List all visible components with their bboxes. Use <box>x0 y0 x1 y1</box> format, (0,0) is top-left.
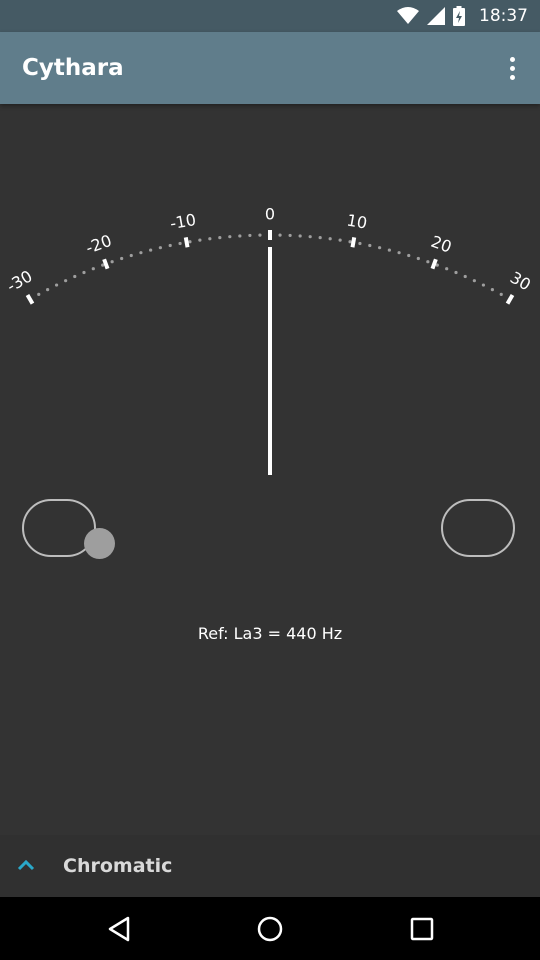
gauge-dot <box>188 240 192 244</box>
gauge-dot <box>91 267 95 271</box>
gauge-dot <box>378 246 382 250</box>
status-bar: 18:37 <box>0 0 540 32</box>
gauge-dot <box>198 238 202 242</box>
recents-icon[interactable] <box>407 914 437 944</box>
gauge-dot <box>64 279 68 283</box>
home-icon[interactable] <box>255 914 285 944</box>
sharp-indicator <box>441 499 515 557</box>
wifi-icon <box>397 7 419 24</box>
gauge-dot <box>228 235 232 239</box>
gauge-dot <box>278 233 282 237</box>
gauge-dot <box>338 238 342 242</box>
gauge-dot <box>139 251 143 255</box>
flat-indicator-knob <box>84 528 115 559</box>
gauge-dot <box>472 279 476 283</box>
gauge-dot <box>318 236 322 240</box>
reference-frequency: Ref: La3 = 440 Hz <box>197 624 343 643</box>
gauge-dot <box>149 248 153 252</box>
gauge-tick <box>102 258 110 270</box>
gauge-dot <box>82 270 86 275</box>
gauge-dot <box>454 270 458 275</box>
gauge-label: 30 <box>507 268 534 295</box>
gauge-label: 20 <box>429 232 455 257</box>
gauge-dot <box>129 253 133 258</box>
gauge-dot <box>218 236 222 240</box>
tuning-mode-selector[interactable]: Chromatic <box>0 835 540 897</box>
gauge-dot <box>258 233 262 237</box>
gauge-tick <box>350 237 357 248</box>
gauge-dot <box>407 253 411 258</box>
gauge-dot <box>46 288 50 292</box>
overflow-menu-button[interactable] <box>500 52 524 84</box>
battery-charging-icon <box>453 6 465 26</box>
cell-signal-icon <box>427 7 445 25</box>
gauge-tick <box>505 293 515 305</box>
gauge-dot <box>445 267 449 271</box>
more-vert-icon <box>509 56 515 62</box>
gauge-dot <box>158 246 162 250</box>
gauge-label: -30 <box>3 266 35 296</box>
gauge-dot <box>238 234 242 238</box>
app-title: Cythara <box>22 55 124 81</box>
gauge-dot <box>248 233 252 238</box>
gauge-dot <box>368 243 372 248</box>
gauge-dot <box>298 234 302 238</box>
gauge-dot <box>178 241 182 246</box>
gauge-label: -20 <box>83 231 114 258</box>
gauge-dot <box>481 283 486 287</box>
gauge-dot <box>348 240 352 244</box>
chevron-up-icon <box>17 859 35 871</box>
gauge-dot <box>110 260 114 264</box>
gauge-dot <box>358 241 362 246</box>
gauge-dot <box>463 274 467 279</box>
gauge-dot <box>426 260 430 264</box>
gauge-dot <box>328 237 332 241</box>
gauge-dot <box>54 283 59 287</box>
gauge-tick <box>430 258 438 270</box>
gauge-dot <box>208 237 212 241</box>
tuner-gauge: -30 -20 -10 0 10 20 30 <box>3 205 534 475</box>
app-bar: Cythara <box>0 32 540 104</box>
gauge-label: -10 <box>168 210 197 233</box>
gauge-dot <box>499 292 503 296</box>
tuning-mode-label: Chromatic <box>63 855 173 877</box>
gauge-dot <box>387 248 391 252</box>
gauge-dot <box>120 256 124 261</box>
gauge-tick <box>183 237 190 248</box>
gauge-dot <box>308 235 312 239</box>
gauge-dot <box>490 288 494 292</box>
gauge-tick <box>25 293 35 305</box>
gauge-label: 10 <box>345 210 368 232</box>
back-icon[interactable] <box>104 914 134 944</box>
gauge-dot <box>397 251 401 255</box>
gauge-dot <box>288 233 292 238</box>
gauge-dot <box>73 274 77 279</box>
gauge-dot <box>416 256 420 261</box>
gauge-dot <box>37 292 41 296</box>
status-time: 18:37 <box>479 6 528 26</box>
gauge-label: 0 <box>265 205 275 224</box>
navigation-bar <box>0 897 540 960</box>
gauge-dot <box>168 243 172 248</box>
